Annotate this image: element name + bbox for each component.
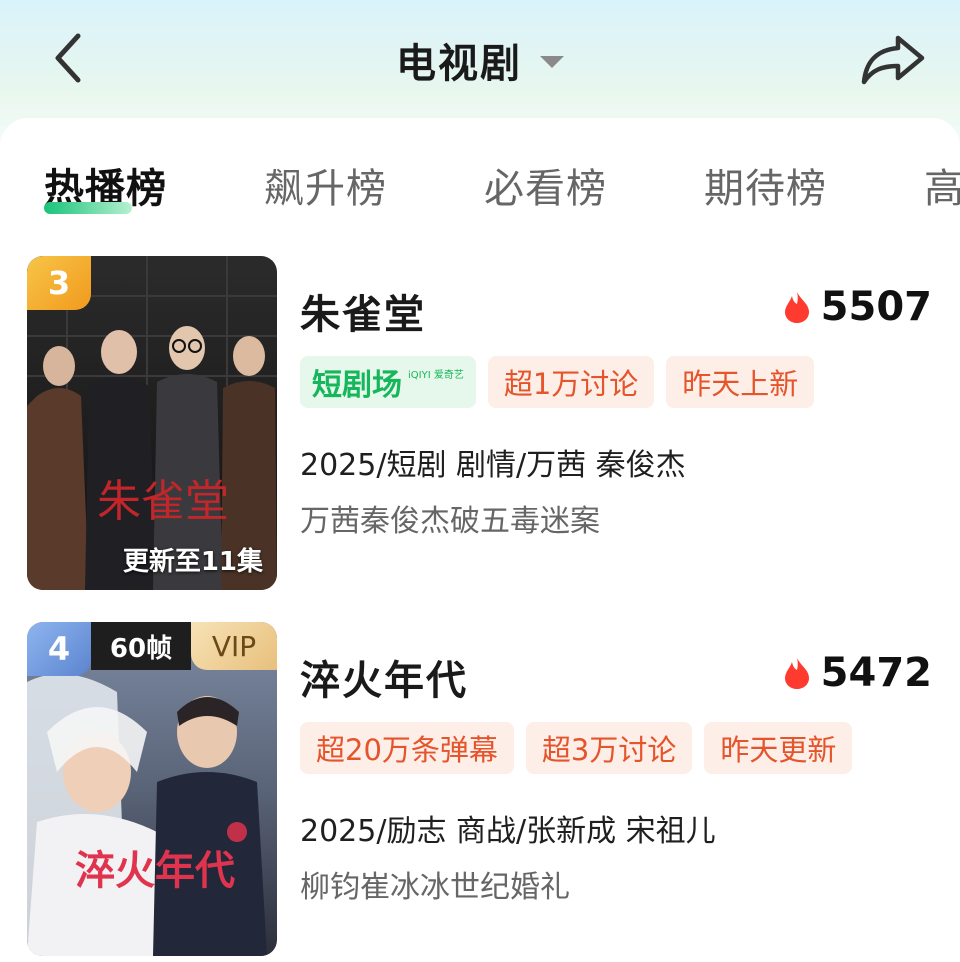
share-button[interactable] xyxy=(856,26,930,90)
brand-tag-label: 短剧场 xyxy=(312,368,402,403)
category-dropdown[interactable]: 电视剧 xyxy=(396,31,564,89)
show-title[interactable]: 朱雀堂 xyxy=(300,282,426,340)
caret-down-icon xyxy=(540,56,564,68)
episode-status: 更新至11集 xyxy=(122,547,263,577)
poster-title-text: 朱雀堂 xyxy=(97,476,229,527)
brand-tag-sub: iQIYI 爱奇艺 xyxy=(408,369,464,381)
show-title[interactable]: 淬火年代 xyxy=(300,648,468,706)
list-item[interactable]: 淬火年代 4 60帧 VIP 淬火年代 5472 超20万条弹幕 超3万讨论 昨… xyxy=(0,620,960,960)
poster[interactable]: 淬火年代 4 60帧 VIP xyxy=(27,622,277,956)
tab-anticipated[interactable]: 期待榜 xyxy=(704,156,827,214)
tag: 超1万讨论 xyxy=(487,356,655,408)
share-arrow-icon xyxy=(861,35,925,85)
flame-icon xyxy=(784,658,809,689)
active-tab-indicator xyxy=(44,202,132,214)
title-area: 电视剧 xyxy=(0,30,960,90)
tag: 昨天上新 xyxy=(666,356,815,408)
heat-value: 5472 xyxy=(820,650,932,696)
heat-value: 5507 xyxy=(820,284,932,330)
tab-more[interactable]: 高 xyxy=(924,156,960,214)
rank-badge: 3 xyxy=(27,256,91,310)
top-bar: 电视剧 xyxy=(0,0,960,120)
ranking-tabs: 热播榜 飙升榜 必看榜 期待榜 高 xyxy=(0,156,960,226)
show-description: 万茜秦俊杰破五毒迷案 xyxy=(300,504,600,539)
tag: 昨天更新 xyxy=(704,722,853,774)
page-title: 电视剧 xyxy=(396,41,522,87)
ranking-card: 热播榜 飙升榜 必看榜 期待榜 高 朱雀堂 3 更新至11集 朱雀堂 5507 … xyxy=(0,118,960,962)
tag: 超3万讨论 xyxy=(525,722,693,774)
show-meta: 2025/励志 商战/张新成 宋祖儿 xyxy=(300,814,716,849)
show-description: 柳钧崔冰冰世纪婚礼 xyxy=(300,870,570,905)
heat-score: 5472 xyxy=(783,650,932,696)
vip-badge: VIP xyxy=(191,622,277,670)
tab-rising[interactable]: 飙升榜 xyxy=(264,156,387,214)
heat-score: 5507 xyxy=(783,284,932,330)
tag: 超20万条弹幕 xyxy=(300,722,514,774)
poster[interactable]: 朱雀堂 3 更新至11集 xyxy=(27,256,277,590)
rank-badge: 4 xyxy=(27,622,91,676)
brand-tag: 短剧场 iQIYI 爱奇艺 xyxy=(300,356,476,408)
show-meta: 2025/短剧 剧情/万茜 秦俊杰 xyxy=(300,448,686,483)
tag-row: 短剧场 iQIYI 爱奇艺 超1万讨论 昨天上新 xyxy=(300,356,815,408)
tab-must-watch[interactable]: 必看榜 xyxy=(484,156,607,214)
tag-row: 超20万条弹幕 超3万讨论 昨天更新 xyxy=(300,722,853,774)
list-item[interactable]: 朱雀堂 3 更新至11集 朱雀堂 5507 短剧场 iQIYI 爱奇艺 超1万讨… xyxy=(0,254,960,594)
fps-badge: 60帧 xyxy=(91,622,191,670)
poster-title-text: 淬火年代 xyxy=(75,847,235,894)
flame-icon xyxy=(784,292,809,323)
